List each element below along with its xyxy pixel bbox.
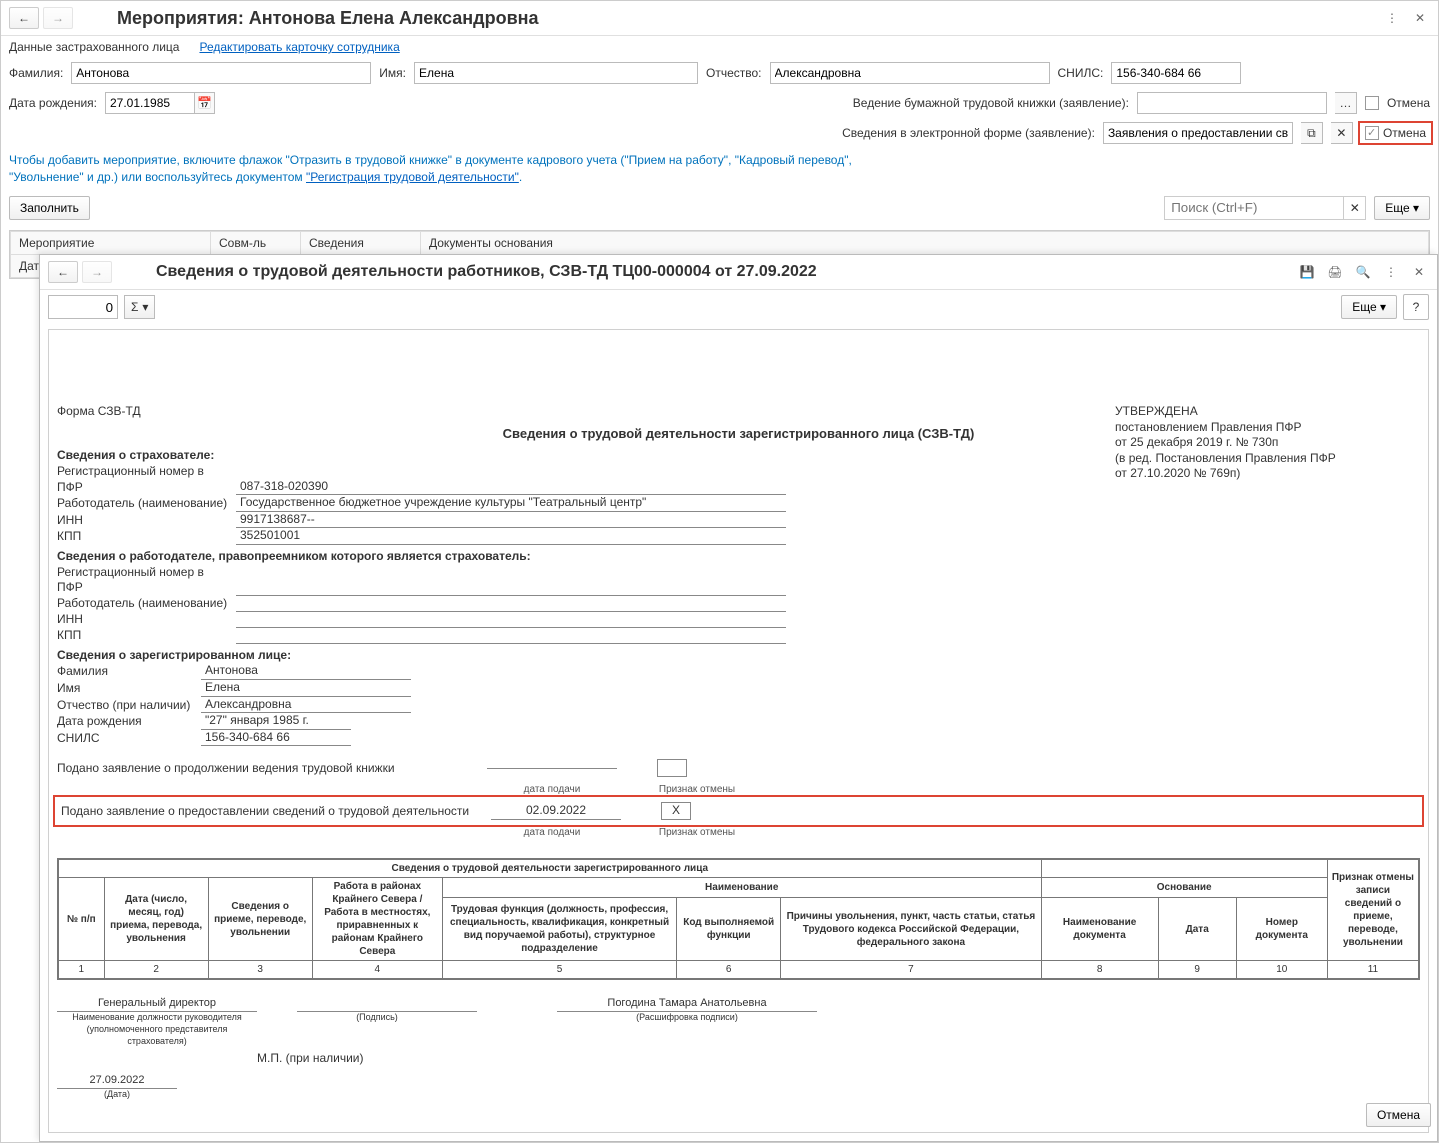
nav-forward-button[interactable]: →: [43, 7, 73, 29]
succ-kpp-value: [236, 628, 786, 644]
close-icon[interactable]: ✕: [1410, 8, 1430, 28]
paper-cancel-label: Отмена: [1387, 96, 1430, 110]
approval-block: УТВЕРЖДЕНА постановлением Правления ПФР …: [1115, 404, 1395, 482]
successor-heading: Сведения о работодателе, правопреемником…: [57, 549, 1420, 565]
page-title: Мероприятия: Антонова Елена Александровн…: [117, 8, 539, 29]
succ-inn-value: [236, 612, 786, 628]
sub-menu-icon[interactable]: ⋮: [1381, 262, 1401, 282]
sig-date: 27.09.2022: [57, 1073, 177, 1089]
col-event[interactable]: Мероприятие: [11, 231, 211, 254]
app1-label: Подано заявление о продолжении ведения т…: [57, 761, 477, 777]
inn-value: 9917138687--: [236, 512, 786, 529]
preview-icon[interactable]: 🔍: [1353, 262, 1373, 282]
firstname-input[interactable]: [414, 62, 698, 84]
menu-icon[interactable]: ⋮: [1382, 8, 1402, 28]
help-button[interactable]: ?: [1403, 294, 1429, 320]
employer-name-value: Государственное бюджетное учреждение кул…: [236, 495, 786, 512]
more-button[interactable]: Еще ▾: [1374, 196, 1430, 220]
mp-label: М.П. (при наличии): [257, 1051, 1420, 1067]
person-dob: "27" января 1985 г.: [201, 713, 351, 730]
section-label: Данные застрахованного лица: [9, 40, 179, 54]
sub-more-button[interactable]: Еще ▾: [1341, 295, 1397, 319]
dob-label: Дата рождения:: [9, 96, 97, 110]
electronic-open-button[interactable]: ⧉: [1301, 122, 1323, 144]
app2-label: Подано заявление о предоставлении сведен…: [61, 804, 481, 820]
edit-employee-link[interactable]: Редактировать карточку сотрудника: [199, 40, 399, 54]
activity-table: Сведения о трудовой деятельности зарегис…: [57, 858, 1420, 980]
person-heading: Сведения о зарегистрированном лице:: [57, 648, 1420, 664]
search-clear-button[interactable]: ✕: [1344, 196, 1366, 220]
page-number-input[interactable]: [48, 295, 118, 319]
firstname-label: Имя:: [379, 66, 406, 80]
person-lastname: Антонова: [201, 663, 411, 680]
succ-reg-pfr-value: [236, 580, 786, 596]
dob-input[interactable]: [105, 92, 195, 114]
col-combined[interactable]: Совм-ль: [211, 231, 301, 254]
electronic-label: Сведения в электронной форме (заявление)…: [842, 126, 1095, 140]
fill-button[interactable]: Заполнить: [9, 196, 90, 220]
snils-label: СНИЛС:: [1058, 66, 1104, 80]
col-basis[interactable]: Документы основания: [421, 231, 1429, 254]
calendar-icon[interactable]: 📅: [195, 92, 215, 114]
paper-book-more-button[interactable]: …: [1335, 92, 1357, 114]
snils-input[interactable]: [1111, 62, 1241, 84]
electronic-clear-button[interactable]: ✕: [1331, 122, 1353, 144]
app1-flag: [657, 759, 687, 777]
person-firstname: Елена: [201, 680, 411, 697]
patronymic-label: Отчество:: [706, 66, 762, 80]
electronic-cancel-checkbox[interactable]: [1365, 126, 1379, 140]
sig-fio: Погодина Тамара Анатольевна: [557, 996, 817, 1012]
lastname-label: Фамилия:: [9, 66, 63, 80]
sub-nav-back-button[interactable]: ←: [48, 261, 78, 283]
paper-cancel-checkbox[interactable]: [1365, 96, 1379, 110]
app2-flag: X: [661, 802, 691, 820]
info-text-line2: "Увольнение" и др.) или воспользуйтесь д…: [9, 170, 306, 184]
app2-date: 02.09.2022: [491, 803, 621, 820]
paper-book-label: Ведение бумажной трудовой книжки (заявле…: [853, 96, 1129, 110]
kpp-value: 352501001: [236, 528, 786, 545]
sig-role: Генеральный директор: [57, 996, 257, 1012]
sub-close-icon[interactable]: ✕: [1409, 262, 1429, 282]
save-icon[interactable]: 💾: [1297, 262, 1317, 282]
sub-nav-forward-button[interactable]: →: [82, 261, 112, 283]
person-patronymic: Александровна: [201, 697, 411, 714]
paper-book-input[interactable]: [1137, 92, 1327, 114]
info-text-line1: Чтобы добавить мероприятие, включите фла…: [9, 153, 852, 167]
sub-page-title: Сведения о трудовой деятельности работни…: [156, 263, 817, 281]
registration-doc-link[interactable]: "Регистрация трудовой деятельности": [306, 170, 519, 184]
print-icon[interactable]: 🖨: [1325, 262, 1345, 282]
sub-cancel-button[interactable]: Отмена: [1366, 1103, 1431, 1127]
reg-pfr-value: 087-318-020390: [236, 479, 786, 496]
nav-back-button[interactable]: ←: [9, 7, 39, 29]
lastname-input[interactable]: [71, 62, 371, 84]
succ-employer-name-value: [236, 596, 786, 612]
electronic-cancel-label: Отмена: [1383, 126, 1426, 140]
person-snils: 156-340-684 66: [201, 730, 351, 747]
patronymic-input[interactable]: [770, 62, 1050, 84]
sig-sign: [297, 996, 477, 1012]
app1-date: [487, 768, 617, 769]
search-input[interactable]: [1164, 196, 1344, 220]
sum-button[interactable]: Σ▾: [124, 295, 155, 319]
electronic-input[interactable]: [1103, 122, 1293, 144]
col-info[interactable]: Сведения: [301, 231, 421, 254]
